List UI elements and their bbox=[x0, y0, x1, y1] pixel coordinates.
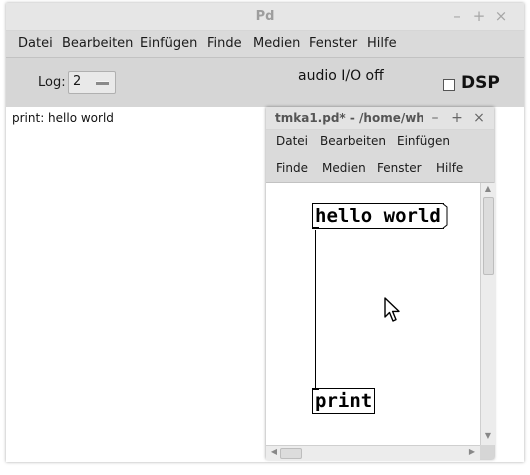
menu-einfuegen[interactable]: Einfügen bbox=[140, 31, 197, 57]
pd-menubar: Datei Bearbeiten Einfügen Finde Medien F… bbox=[6, 31, 524, 58]
horizontal-scroll-thumb[interactable] bbox=[280, 448, 302, 459]
object-text: print bbox=[315, 390, 373, 412]
horizontal-scrollbar[interactable]: ◀ ▶ bbox=[266, 445, 480, 460]
dsp-label[interactable]: DSP bbox=[461, 73, 500, 93]
inlet[interactable] bbox=[313, 388, 319, 390]
outlet[interactable] bbox=[313, 227, 319, 229]
message-flag-icon bbox=[441, 203, 448, 229]
audio-status: audio I/O off bbox=[298, 68, 384, 84]
arrow-pointer-icon bbox=[384, 297, 400, 322]
object-box-print[interactable]: print bbox=[312, 388, 376, 414]
menu-fenster[interactable]: Fenster bbox=[309, 31, 357, 57]
menu-datei[interactable]: Datei bbox=[18, 31, 53, 57]
log-level-select[interactable]: 2 bbox=[68, 71, 116, 94]
log-label: Log: bbox=[38, 75, 66, 90]
scroll-down-icon[interactable]: ▼ bbox=[481, 431, 495, 440]
patch-titlebar[interactable]: tmka1.pd* - /home/whoa – + × bbox=[266, 107, 494, 129]
patch-menu-medien[interactable]: Medien bbox=[322, 161, 366, 175]
pd-toolbar: Log: 2 audio I/O off DSP bbox=[6, 58, 524, 107]
patch-menu-fenster[interactable]: Fenster bbox=[377, 161, 422, 175]
close-icon[interactable]: × bbox=[492, 3, 510, 30]
patch-cord[interactable] bbox=[315, 230, 316, 389]
log-level-value: 2 bbox=[73, 74, 82, 89]
patch-menu-bearbeiten[interactable]: Bearbeiten bbox=[320, 134, 386, 148]
minimize-icon[interactable]: – bbox=[448, 3, 466, 30]
vertical-scrollbar[interactable]: ▲ ▼ bbox=[480, 183, 495, 445]
patch-menu-hilfe[interactable]: Hilfe bbox=[436, 161, 463, 175]
message-text: hello world bbox=[315, 205, 441, 227]
scroll-left-icon[interactable]: ◀ bbox=[267, 447, 281, 456]
scroll-up-icon[interactable]: ▲ bbox=[481, 184, 495, 193]
scroll-right-icon[interactable]: ▶ bbox=[465, 447, 479, 456]
patch-menu-einfuegen[interactable]: Einfügen bbox=[397, 134, 450, 148]
patch-window: tmka1.pd* - /home/whoa – + × Datei Bearb… bbox=[266, 107, 495, 460]
minimize-icon[interactable]: – bbox=[428, 107, 442, 129]
maximize-icon[interactable]: + bbox=[450, 107, 464, 129]
patch-canvas[interactable]: hello world print bbox=[266, 183, 480, 445]
window-title: Pd bbox=[255, 9, 275, 24]
patch-menu-finde[interactable]: Finde bbox=[276, 161, 308, 175]
dropdown-indicator-icon bbox=[96, 81, 109, 85]
message-box-hello-world[interactable]: hello world bbox=[312, 203, 448, 229]
menu-finde[interactable]: Finde bbox=[207, 31, 242, 57]
vertical-scroll-thumb[interactable] bbox=[483, 197, 494, 275]
patch-menu-datei[interactable]: Datei bbox=[276, 134, 308, 148]
maximize-icon[interactable]: + bbox=[470, 3, 488, 30]
menu-hilfe[interactable]: Hilfe bbox=[367, 31, 397, 57]
patch-menubar: Datei Bearbeiten Einfügen Finde Medien F… bbox=[266, 130, 494, 183]
pd-titlebar[interactable]: Pd – + × bbox=[6, 3, 524, 30]
dsp-checkbox[interactable] bbox=[443, 79, 455, 91]
close-icon[interactable]: × bbox=[472, 107, 486, 129]
menu-medien[interactable]: Medien bbox=[253, 31, 300, 57]
patch-title: tmka1.pd* - /home/whoa bbox=[275, 111, 423, 125]
menu-bearbeiten[interactable]: Bearbeiten bbox=[62, 31, 133, 57]
console-line: print: hello world bbox=[12, 111, 114, 125]
